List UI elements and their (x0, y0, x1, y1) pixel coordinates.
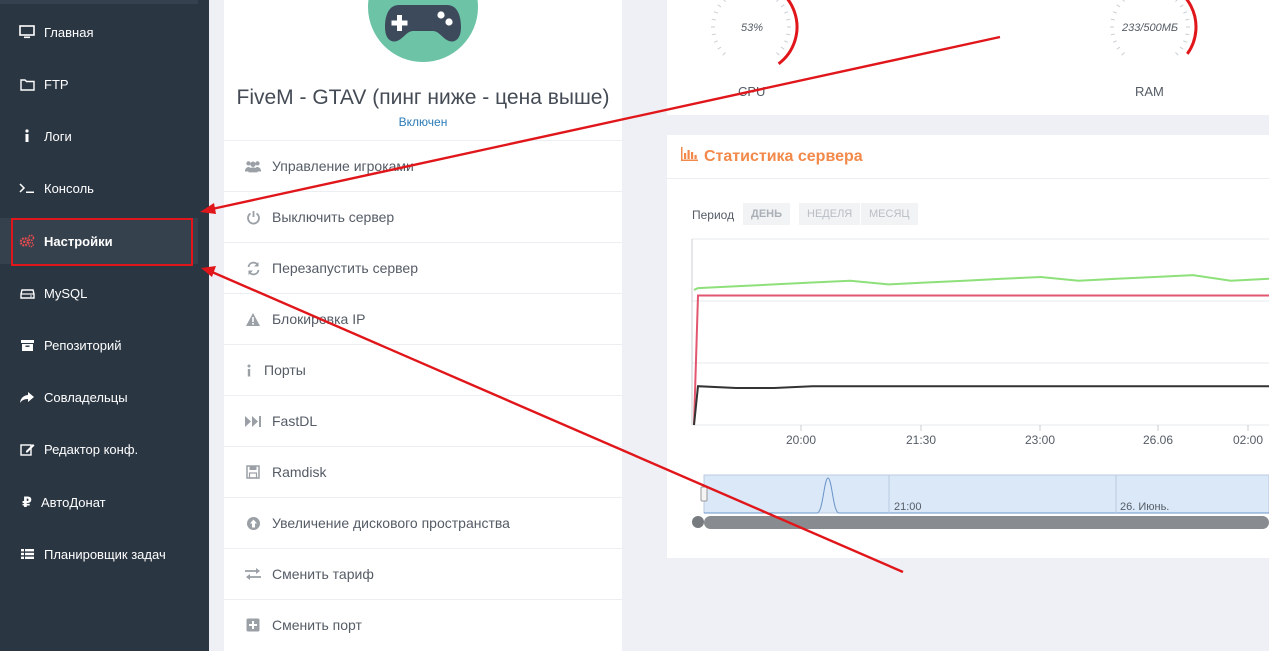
annotation-arrow-bottom (211, 270, 904, 574)
annotation-arrowhead (200, 203, 216, 214)
annotation-arrowhead (201, 266, 216, 277)
annotation-arrow-top (211, 35, 1001, 211)
annotation-arrows (200, 35, 1001, 574)
